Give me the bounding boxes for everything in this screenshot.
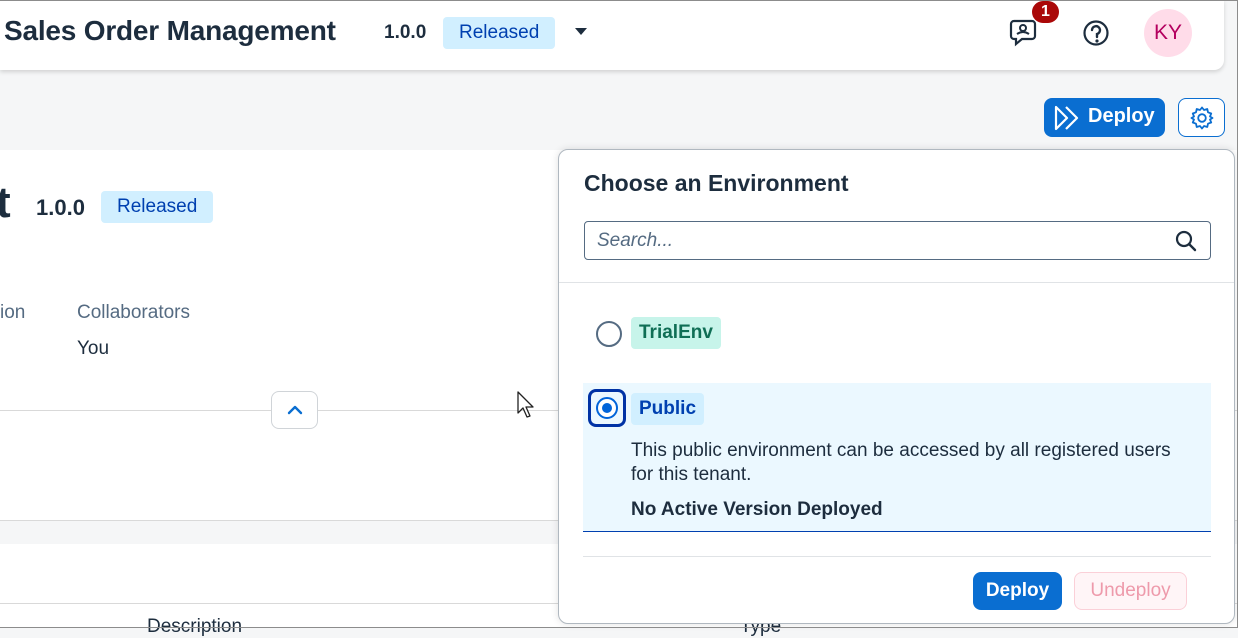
search-input[interactable] [595,228,1169,254]
object-status-badge: Released [101,191,214,223]
object-version: 1.0.0 [36,195,85,220]
deploy-icon [1054,105,1079,131]
settings-icon [1190,106,1214,130]
help-icon[interactable] [1081,18,1113,50]
app-title: Sales Order Management [4,15,336,46]
app-version: 1.0.0 [384,22,427,43]
search-field[interactable] [584,221,1211,260]
popover-deploy-button[interactable]: Deploy [973,572,1062,610]
notification-badge: 1 [1032,1,1059,23]
column-header-description[interactable]: Description [147,616,242,638]
deploy-button-label: Deploy [1088,105,1155,127]
env-description: This public environment can be accessed … [631,440,1171,485]
undeploy-button[interactable]: Undeploy [1074,572,1187,610]
attribute-label: ion [0,302,26,323]
footer-divider [583,556,1211,557]
env-deploy-status: No Active Version Deployed [631,499,883,520]
collaborators-value: You [77,338,110,359]
deploy-button[interactable]: Deploy [1044,98,1165,137]
collaborators-label: Collaborators [77,302,190,323]
collapse-header-button[interactable] [271,391,318,429]
radio-public[interactable] [596,397,618,419]
search-icon[interactable] [1175,230,1197,252]
notification-icon[interactable] [1008,17,1040,49]
env-chip-trialenv[interactable]: TrialEnv [631,317,721,349]
avatar[interactable]: KY [1144,9,1192,57]
mouse-cursor-icon [517,391,534,418]
environment-popover: Choose an Environment TrialEnv Public Th… [558,149,1235,624]
popover-divider [559,282,1234,283]
popover-title: Choose an Environment [584,170,849,196]
settings-button[interactable] [1178,98,1225,137]
chevron-up-icon [287,405,303,415]
env-chip-public[interactable]: Public [631,393,705,425]
chevron-down-icon[interactable] [573,24,589,40]
status-badge: Released [443,17,556,49]
shell-bar: Sales Order Management 1.0.0 Released 1 … [0,0,1224,70]
object-title: t [0,178,11,227]
radio-trialenv[interactable] [596,321,622,347]
